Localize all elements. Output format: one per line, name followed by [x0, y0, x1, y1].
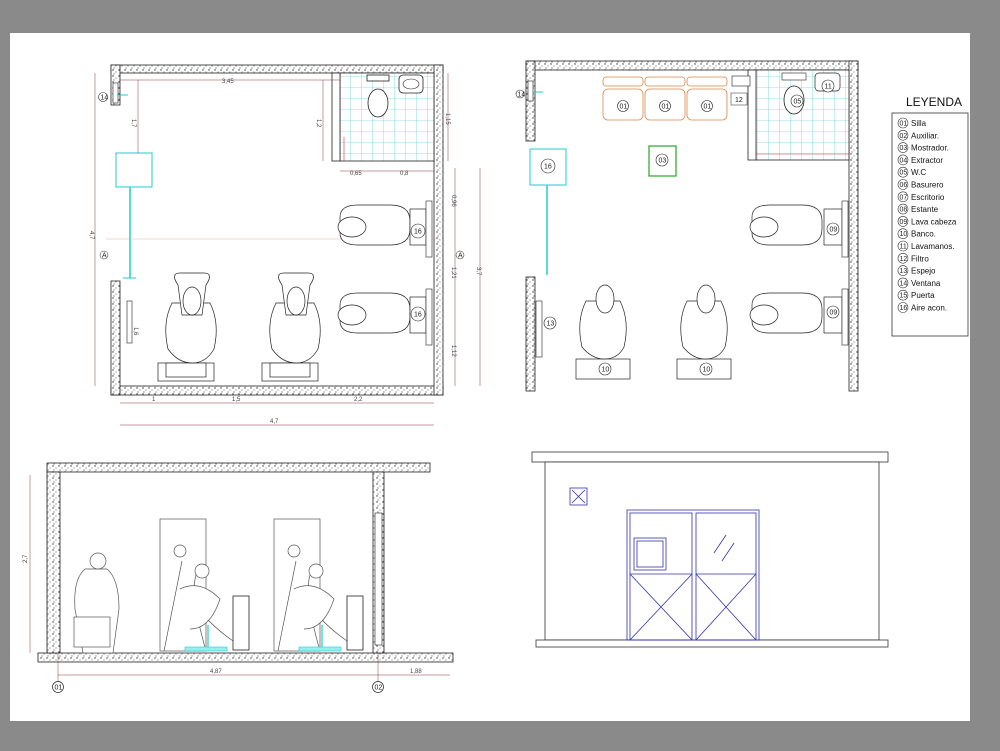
legend-item-label: Puerta: [911, 291, 935, 300]
dim-bottom-total: 4,7: [270, 419, 279, 425]
legend-item-number: 10: [900, 231, 908, 238]
mark-aire-1: 16: [414, 229, 422, 236]
mark-aire-2: 16: [414, 312, 422, 319]
legend-item: 05 W.C: [897, 166, 926, 178]
legend-item-label: Lava cabeza: [911, 217, 957, 226]
chair-label-2: 01: [662, 104, 670, 111]
section-axis-right: 02: [375, 685, 383, 692]
mark-espejo: 13: [547, 321, 555, 328]
dim-bath-w2: 0,8: [400, 171, 409, 177]
mark-wc: 05: [794, 99, 802, 106]
legend-item-number: 11: [900, 244, 907, 251]
dim-top-width: 3,45: [222, 79, 234, 85]
mark-filtro: 12: [735, 97, 743, 104]
legend: LEYENDA 01 Silla02 Auxiliar.03 Mostrador.04…: [891, 95, 969, 337]
legend-item: 02 Auxiliar.: [897, 130, 939, 141]
plan-right: 01 01 01 03 12 05 11 16 13 09 09 10 10 1…: [515, 60, 859, 392]
dim-bath-side: 1,2: [315, 119, 321, 128]
dim-wall-left-small: 1,7: [130, 119, 136, 128]
axis-a-right: A: [458, 253, 463, 260]
legend-item-number: 04: [900, 157, 908, 164]
dim-bath-w1: 0,65: [350, 171, 362, 177]
dim-right-a: 0,96: [450, 195, 456, 207]
facade-elevation: [531, 451, 889, 648]
dim-bottom-2: 1,5: [232, 397, 241, 403]
legend-item: 15 Puerta: [897, 289, 935, 301]
section-dim-width: 4,87: [210, 669, 222, 675]
legend-item: 13 Espejo: [897, 265, 936, 276]
axis-a-left: A: [102, 253, 107, 260]
legend-item: 08 Estante: [897, 203, 939, 215]
legend-item-label: Filtro: [911, 254, 929, 263]
legend-item: 16 Aire acon.: [897, 302, 947, 313]
mark-window-left: 14: [101, 95, 109, 102]
mark-lava-1: 09: [830, 227, 838, 234]
cad-drawing: 3,45 1,7 1,15 1,2 0,65 0,8 4,7 0,96 1,21…: [23, 60, 969, 693]
legend-item: 09 Lava cabeza: [897, 216, 957, 227]
legend-item: 14 Ventana: [897, 277, 941, 289]
legend-item-label: Basurero: [911, 181, 944, 190]
dim-right-total: 3,7: [475, 267, 481, 276]
legend-item-label: Lavamanos.: [911, 242, 955, 251]
legend-item-number: 05: [900, 170, 908, 177]
drawing-sheet: 3,45 1,7 1,15 1,2 0,65 0,8 4,7 0,96 1,21…: [10, 33, 970, 721]
legend-item: 06 Basurero: [897, 179, 944, 190]
legend-item-number: 03: [900, 145, 908, 152]
legend-item-label: Escritorio: [911, 193, 945, 202]
legend-item-label: Banco.: [911, 230, 936, 239]
legend-item-number: 06: [900, 182, 908, 189]
legend-item-label: Ventana: [911, 279, 941, 288]
legend-item-number: 07: [900, 194, 908, 201]
mark-sillon-1: 10: [602, 367, 610, 374]
legend-item-number: 09: [900, 219, 908, 226]
legend-item-label: Extractor: [911, 156, 943, 165]
chair-label-1: 01: [620, 104, 628, 111]
legend-item-label: Aire acon.: [911, 304, 947, 313]
section-dim-right: 1,88: [410, 669, 422, 675]
plan-left: 3,45 1,7 1,15 1,2 0,65 0,8 4,7 0,96 1,21…: [88, 64, 481, 426]
legend-item-label: Mostrador.: [911, 144, 949, 153]
dim-total-height: 4,7: [88, 231, 94, 240]
legend-item: 11 Lavamanos.: [897, 240, 955, 252]
section-axis-left: 01: [55, 685, 63, 692]
mark-lava-2: 09: [830, 310, 838, 317]
legend-item-number: 01: [900, 121, 908, 128]
legend-item-number: 14: [900, 280, 908, 287]
mark-mostrador: 03: [659, 158, 667, 165]
chair-label-3: 01: [704, 104, 712, 111]
legend-item-label: Auxiliar.: [911, 131, 939, 140]
legend-item-number: 12: [900, 256, 908, 263]
dim-bath-height: 1,15: [444, 113, 450, 125]
legend-item: 10 Banco.: [897, 228, 936, 239]
legend-item: 12 Filtro: [897, 253, 929, 264]
legend-item-label: W.C: [911, 168, 926, 177]
legend-item-number: 08: [900, 207, 908, 214]
dim-right-b: 1,21: [450, 267, 456, 279]
mark-window-right: 14: [518, 92, 526, 99]
mark-aire-right: 16: [544, 164, 552, 171]
section-view: 2,7 4,87 1,88 01 02: [23, 462, 454, 693]
legend-item-label: Estante: [911, 205, 939, 214]
dim-bottom-1: 1: [152, 397, 156, 403]
dim-door-width: 1,6: [132, 327, 138, 336]
legend-item: 07 Escritorio: [897, 191, 945, 203]
legend-item-number: 15: [900, 293, 908, 300]
legend-item: 04 Extractor: [897, 154, 943, 166]
mark-sillon-2: 10: [703, 367, 711, 374]
legend-item-label: Espejo: [911, 267, 936, 276]
legend-item: 01 Silla: [897, 117, 927, 129]
legend-title: LEYENDA: [906, 95, 962, 109]
legend-item-number: 13: [900, 268, 908, 275]
mark-lavamanos: 11: [825, 84, 832, 91]
legend-item: 03 Mostrador.: [897, 142, 949, 153]
section-dim-height: 2,7: [23, 554, 29, 563]
legend-item-label: Silla: [911, 119, 927, 128]
dim-right-c: 1,12: [450, 345, 456, 357]
legend-item-number: 16: [900, 305, 908, 312]
legend-item-number: 02: [900, 133, 908, 140]
dim-bottom-3: 2,2: [354, 397, 363, 403]
